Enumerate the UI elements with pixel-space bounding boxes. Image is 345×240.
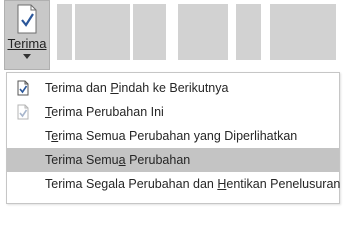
menu-item-label: Terima Semua Perubahan yang Diperlihatka…: [45, 129, 298, 143]
ribbon-placeholder: [178, 4, 228, 60]
menu-item-accept-all-shown[interactable]: Terima Semua Perubahan yang Diperlihatka…: [7, 124, 339, 148]
menu-item-label: Terima Perubahan Ini: [45, 105, 164, 119]
menu-item-accept-all-changes[interactable]: Terima Semua Perubahan: [7, 148, 339, 172]
menu-item-accept-and-move-next[interactable]: Terima dan Pindah ke Berikutnya: [7, 76, 339, 100]
chevron-down-icon: [23, 54, 31, 59]
menu-item-accept-all-and-stop-tracking[interactable]: Terima Segala Perubahan dan Hentikan Pen…: [7, 172, 341, 196]
ribbon-placeholder: [270, 4, 336, 60]
accept-button[interactable]: Terima: [4, 0, 50, 70]
ribbon-placeholder: [133, 4, 166, 60]
accept-label: Terima: [7, 36, 47, 51]
ribbon-placeholder: [57, 4, 72, 60]
ribbon-placeholder: [75, 4, 130, 60]
document-check-icon: [17, 80, 29, 96]
document-check-icon: [17, 4, 37, 34]
menu-item-label: Terima Semua Perubahan: [45, 153, 191, 167]
ribbon-placeholder: [236, 4, 261, 60]
menu-item-label: Terima Segala Perubahan dan Hentikan Pen…: [45, 177, 341, 191]
menu-item-accept-this-change[interactable]: Terima Perubahan Ini: [7, 100, 339, 124]
document-check-faded-icon: [17, 104, 29, 120]
ribbon: Terima: [0, 0, 345, 72]
accept-dropdown-menu: Terima dan Pindah ke Berikutnya Terima P…: [6, 72, 340, 204]
menu-item-label: Terima dan Pindah ke Berikutnya: [45, 81, 229, 95]
